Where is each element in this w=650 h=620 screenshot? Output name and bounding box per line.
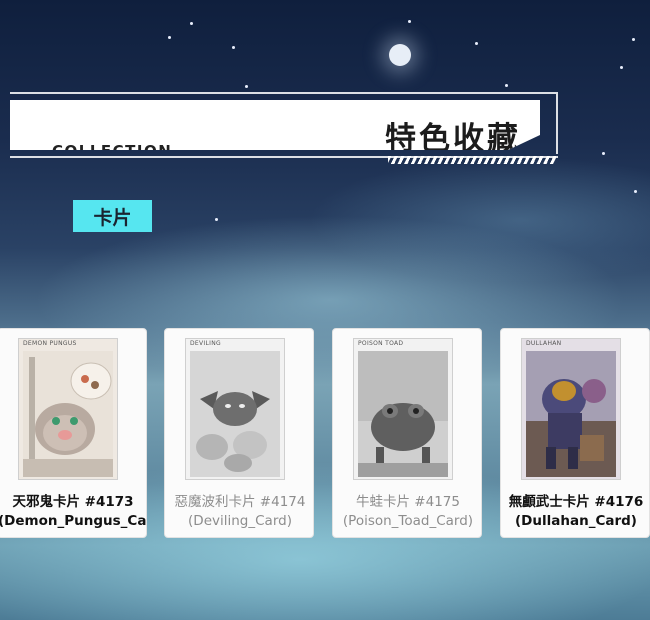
card-item[interactable]: DULLAHAN 無顱武士卡片 #4176 (Dullahan_Card) [500, 328, 650, 538]
banner-top-line [10, 92, 558, 94]
card-id: (Deviling_Card) [188, 513, 292, 529]
star [634, 190, 637, 193]
star [232, 46, 235, 49]
demon-pungus-illustration [23, 351, 113, 477]
card-title: 牛蛙卡片 #4175 [356, 494, 460, 510]
card-id: (Poison_Toad_Card) [342, 513, 474, 529]
star [245, 85, 248, 88]
collection-header: COLLECTION 特色收藏 [10, 90, 558, 164]
dullahan-illustration [526, 351, 616, 477]
card-title: 天邪鬼卡片 #4173 [12, 494, 134, 510]
card-title: 惡魔波利卡片 #4174 [174, 494, 306, 510]
card-image: DULLAHAN [521, 338, 621, 480]
star [475, 42, 478, 45]
card-id: (Demon_Pungus_Card) [0, 513, 147, 529]
poison-toad-illustration [358, 351, 448, 477]
star [408, 20, 411, 23]
moon [389, 44, 411, 66]
deviling-illustration [190, 351, 280, 477]
banner-stripes [388, 156, 556, 164]
collection-title: 特色收藏 [385, 121, 521, 157]
star [168, 36, 171, 39]
card-name: 無顱武士卡片 #4176 (Dullahan_Card) [501, 493, 649, 531]
star [215, 218, 218, 221]
tab-cards[interactable]: 卡片 [73, 200, 152, 232]
card-item[interactable]: POISON TOAD 牛蛙卡片 #4175 (Poison_Toad_Card… [332, 328, 482, 538]
card-art-title: POISON TOAD [358, 340, 404, 347]
banner-panel: COLLECTION 特色收藏 [10, 100, 540, 150]
card-art-title: DULLAHAN [526, 340, 562, 347]
star [190, 22, 193, 25]
card-image: DEMON PUNGUS [18, 338, 118, 480]
card-art-title: DEVILING [190, 340, 221, 347]
card-name: 牛蛙卡片 #4175 (Poison_Toad_Card) [333, 493, 481, 531]
card-image: DEVILING [185, 338, 285, 480]
card-image: POISON TOAD [353, 338, 453, 480]
card-art-title: DEMON PUNGUS [23, 340, 77, 347]
star [602, 152, 605, 155]
star [505, 84, 508, 87]
card-name: 惡魔波利卡片 #4174 (Deviling_Card) [165, 493, 313, 531]
card-title: 無顱武士卡片 #4176 [508, 494, 644, 510]
card-list: DEMON PUNGUS 天邪鬼卡片 #4173 (Demon_Pungus_C… [0, 328, 650, 538]
card-name: 天邪鬼卡片 #4173 (Demon_Pungus_Card) [0, 493, 147, 531]
card-item[interactable]: DEVILING 惡魔波利卡片 #4174 (Deviling_Card) [164, 328, 314, 538]
card-id: (Dullahan_Card) [515, 513, 637, 529]
star [632, 38, 635, 41]
banner-end-cap [544, 94, 558, 154]
star [620, 66, 623, 69]
card-item[interactable]: DEMON PUNGUS 天邪鬼卡片 #4173 (Demon_Pungus_C… [0, 328, 147, 538]
